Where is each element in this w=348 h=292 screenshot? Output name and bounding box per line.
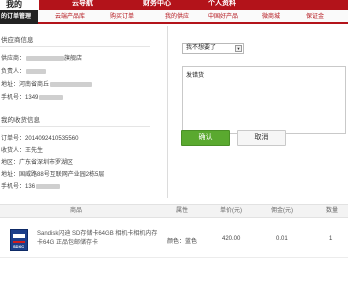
supplier-section-title: 供应商信息 xyxy=(1,37,34,44)
product-image-stripe xyxy=(13,241,25,243)
redacted-receiver-phone xyxy=(36,183,61,189)
nav-finance-center[interactable]: 财务中心 xyxy=(143,0,171,8)
supplier-divider xyxy=(0,46,150,47)
receiver-divider xyxy=(0,126,150,127)
receiver-phone-row: 手机号：136 xyxy=(1,181,61,190)
supplier-address-value: 河南省商丘 xyxy=(19,82,50,88)
chevron-down-icon[interactable]: ▼ xyxy=(235,45,242,52)
order-info-panel: 供应商信息 供应商： 旗舰店 负责人： 地址：河南省商丘 手机号：1349 我的收… xyxy=(0,26,168,198)
receiver-phone-label: 手机号： xyxy=(1,184,26,190)
receiver-section-title: 我的收货信息 xyxy=(1,117,40,124)
reason-description-textarea[interactable]: 发错货 xyxy=(182,66,346,134)
header-attribute: 属性 xyxy=(176,208,189,214)
order-number-value: 2014092410535560 xyxy=(25,136,79,142)
order-number-row: 订单号：2014092410535560 xyxy=(1,133,78,142)
subnav-micro-store[interactable]: 微商城 xyxy=(262,10,280,24)
receiver-region-value: 广东省深圳市罗湖区 xyxy=(19,160,74,166)
supplier-shop-row: 供应商： 旗舰店 xyxy=(1,53,82,62)
receiver-address-label: 地址： xyxy=(1,172,20,178)
reason-select-value: 我不想要了 xyxy=(186,45,217,51)
header-unit-price: 单价(元) xyxy=(220,208,242,214)
receiver-region-label: 地区： xyxy=(1,160,20,166)
subnav-order-management[interactable]: 的订单管理 xyxy=(0,10,38,24)
receiver-address-value: 国威路88号互联网产业园2栋5层 xyxy=(19,172,105,178)
confirm-button[interactable]: 确认 xyxy=(181,130,230,146)
product-commission: 0.01 xyxy=(276,236,288,242)
product-image-label-band xyxy=(13,234,25,238)
reason-select[interactable]: 我不想要了 ▼ xyxy=(182,43,244,54)
order-number-label: 订单号： xyxy=(1,136,26,142)
header-product: 商品 xyxy=(70,208,83,214)
receiver-name-row: 收货人：王先生 xyxy=(1,145,43,154)
supplier-contact-row: 负责人： xyxy=(1,66,47,75)
redacted-contact-name xyxy=(26,68,47,74)
subnav-my-supply[interactable]: 我的供应 xyxy=(165,10,189,24)
receiver-phone-value: 136 xyxy=(25,184,36,190)
refund-form-panel: 我不想要了 ▼ 发错货 确认 取消 xyxy=(170,26,348,198)
subnav-cloud-product-library[interactable]: 云端产品库 xyxy=(55,10,85,24)
product-unit-price: 420.00 xyxy=(222,236,241,242)
supplier-shop-label: 供应商： xyxy=(1,56,26,62)
subnav-purchase-orders[interactable]: 购买订单 xyxy=(110,10,134,24)
receiver-name-value: 王先生 xyxy=(25,148,44,154)
supplier-shop-suffix: 旗舰店 xyxy=(64,56,83,62)
receiver-region-row: 地区：广东省深圳市罗湖区 xyxy=(1,157,73,166)
my-account-tab[interactable]: 我的 xyxy=(0,0,39,10)
supplier-phone-value: 1349 xyxy=(25,95,39,101)
receiver-address-row: 地址：国威路88号互联网产业园2栋5层 xyxy=(1,169,104,178)
nav-personal-profile[interactable]: 个人资料 xyxy=(208,0,236,8)
table-row: SDXC Sandisk闪迪 SD存储卡64GB 相机卡相机内存卡64G 正品包… xyxy=(0,218,348,258)
sub-navigation-bar: 的订单管理 云端产品库 购买订单 我的供应 中国好产品 微商城 保证金 xyxy=(0,10,348,24)
supplier-address-row: 地址：河南省商丘 xyxy=(1,79,93,88)
supplier-phone-row: 手机号：1349 xyxy=(1,92,64,101)
header-commission: 佣金(元) xyxy=(271,208,293,214)
product-name-link[interactable]: Sandisk闪迪 SD存储卡64GB 相机卡相机内存卡64G 正品包邮储存卡 xyxy=(37,230,162,248)
redacted-address xyxy=(50,81,93,87)
product-quantity: 1 xyxy=(329,236,333,242)
nav-cloud-navigation[interactable]: 云导航 xyxy=(72,0,93,8)
product-table-header: 商品 属性 单价(元) 佣金(元) 数量 xyxy=(0,204,348,218)
product-image-text: SDXC xyxy=(13,244,25,249)
receiver-name-label: 收货人： xyxy=(1,148,26,154)
supplier-address-label: 地址： xyxy=(1,82,20,88)
product-attribute: 颜色：蓝色 xyxy=(167,239,198,245)
product-image[interactable]: SDXC xyxy=(10,229,28,251)
redacted-shop-name xyxy=(26,55,65,61)
supplier-phone-label: 手机号： xyxy=(1,95,26,101)
subnav-good-china-products[interactable]: 中国好产品 xyxy=(208,10,238,24)
supplier-contact-label: 负责人： xyxy=(1,69,26,75)
subnav-deposit[interactable]: 保证金 xyxy=(306,10,324,24)
header-quantity: 数量 xyxy=(326,208,339,214)
redacted-phone xyxy=(39,94,64,100)
top-navigation-bar: 我的 云导航 财务中心 个人资料 xyxy=(0,0,348,10)
my-account-label: 我的 xyxy=(6,0,22,9)
cancel-button[interactable]: 取消 xyxy=(237,130,286,146)
